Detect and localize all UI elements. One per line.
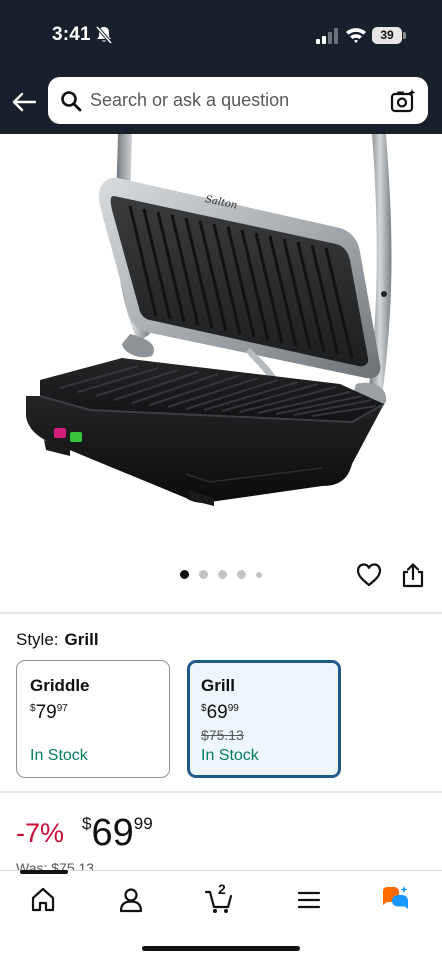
search-icon: [61, 91, 82, 112]
option-stock-status: In Stock: [30, 747, 88, 764]
wifi-icon: [346, 28, 366, 43]
home-icon[interactable]: [28, 885, 58, 915]
status-bar: 3:41 39: [0, 0, 442, 70]
rufus-assistant-icon[interactable]: [380, 885, 410, 915]
current-price: $6999: [82, 812, 153, 854]
heart-icon[interactable]: [356, 562, 382, 588]
carousel-dot-4[interactable]: [237, 570, 246, 579]
style-option-griddle[interactable]: Griddle $7997 In Stock: [16, 660, 170, 778]
status-time: 3:41: [52, 24, 91, 45]
battery-indicator: 39: [372, 27, 406, 44]
menu-icon[interactable]: [294, 885, 324, 915]
search-bar[interactable]: [48, 77, 428, 124]
carousel-dot-1[interactable]: [180, 570, 189, 579]
panini-grill-illustration: Salton: [26, 134, 392, 506]
share-icon[interactable]: [401, 562, 425, 588]
style-label: Style:: [16, 630, 59, 649]
cart-count: 2: [218, 881, 226, 897]
battery-level: 39: [372, 27, 402, 44]
battery-tip: [403, 32, 406, 39]
bell-muted-icon: [95, 25, 113, 45]
carousel-dot-3[interactable]: [218, 570, 227, 579]
search-input[interactable]: [90, 77, 380, 124]
bottom-navigation: 2: [0, 870, 442, 960]
ready-light: [70, 432, 82, 442]
camera-search-icon[interactable]: [390, 88, 416, 114]
option-was-price: $75.13: [201, 727, 244, 743]
cellular-signal-icon: [316, 28, 338, 44]
top-header: 3:41 39: [0, 0, 442, 134]
back-arrow-icon[interactable]: [10, 88, 38, 116]
discount-percent: -7%: [16, 818, 65, 848]
power-light: [54, 428, 66, 438]
cart-button[interactable]: 2: [204, 881, 234, 915]
option-name: Grill: [201, 676, 236, 695]
active-tab-indicator: [20, 870, 68, 874]
section-divider: [0, 612, 442, 614]
home-indicator-bar[interactable]: [142, 946, 300, 951]
option-stock-status: In Stock: [201, 747, 259, 764]
style-option-grill[interactable]: Grill $6999 $75.13 In Stock: [187, 660, 341, 778]
carousel-dot-2[interactable]: [199, 570, 208, 579]
product-image[interactable]: Salton: [0, 134, 442, 558]
option-price: $6999: [201, 702, 239, 723]
style-heading: Style: Grill: [16, 630, 99, 650]
style-selected-value: Grill: [64, 630, 99, 649]
account-icon[interactable]: [116, 885, 146, 915]
carousel-dot-5[interactable]: [256, 572, 262, 578]
section-divider: [0, 791, 442, 793]
option-price: $7997: [30, 702, 68, 723]
option-name: Griddle: [30, 676, 90, 695]
